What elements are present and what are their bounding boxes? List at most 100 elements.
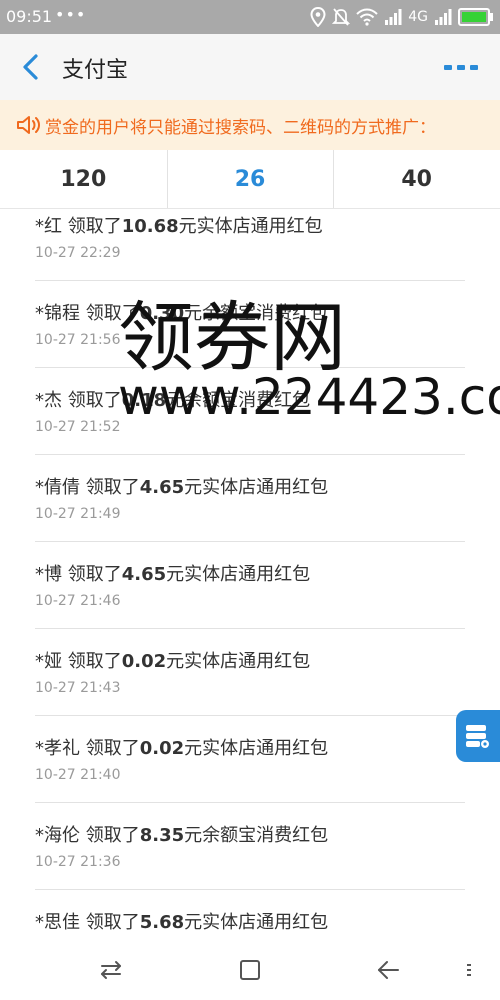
menu-lines-icon[interactable] [462,956,476,984]
record-name: *孝礼 [35,738,80,759]
record-time: 10-27 21:43 [35,680,121,696]
record-action: 领取了 [62,216,122,237]
list-item[interactable]: *博 领取了4.65元实体店通用红包 10-27 21:46 [35,542,465,629]
record-name: *倩倩 [35,477,80,498]
notice-text: 赏金的用户将只能通过搜索码、二维码的方式推广： [45,118,436,138]
network-type: 4G [408,9,428,25]
record-unit: 元 [166,651,185,672]
list-item[interactable]: *孝礼 领取了0.02元实体店通用红包 10-27 21:40 [35,716,465,803]
system-nav-bar [0,938,500,1000]
record-text: *杰 领取了0.18元余额宝消费红包 [35,386,310,412]
floating-action-button[interactable] [456,710,500,762]
more-dots-icon[interactable] [444,62,478,72]
record-amount: 10.68 [121,216,179,237]
record-time: 10-27 21:52 [35,419,121,435]
status-icons: 4G [310,5,494,29]
record-time: 10-27 21:56 [35,332,121,348]
server-settings-icon [466,725,489,748]
record-unit: 元 [184,303,203,324]
switch-apps-icon[interactable] [97,956,125,984]
list-item[interactable]: *娅 领取了0.02元实体店通用红包 10-27 21:43 [35,629,465,716]
record-unit: 元 [184,912,203,933]
record-amount: 0.18 [121,390,167,411]
record-amount: 0.02 [121,651,167,672]
record-action: 领取了 [62,564,122,585]
record-name: *思佳 [35,912,80,933]
record-list[interactable]: *红 领取了10.68元实体店通用红包 10-27 22:29 *锦程 领取了0.3… [0,209,500,939]
wifi-icon [356,8,378,26]
record-name: *娅 [35,651,62,672]
record-text: *海伦 领取了8.35元余额宝消费红包 [35,821,328,847]
record-action: 领取了 [62,390,122,411]
record-type: 余额宝消费红包 [202,825,329,846]
stat-1[interactable]: 120 [0,150,167,208]
list-item[interactable]: *锦程 领取了0.30元余额宝消费红包 10-27 21:56 [35,281,465,368]
record-action: 领取了 [80,477,140,498]
record-unit: 元 [184,825,203,846]
record-amount: 5.68 [139,912,185,933]
record-name: *杰 [35,390,62,411]
record-unit: 元 [184,738,203,759]
record-name: *锦程 [35,303,80,324]
battery-icon [458,8,493,26]
stat-2[interactable]: 26 [166,150,334,208]
home-square-icon[interactable] [236,956,264,984]
back-arrow-icon[interactable] [374,956,402,984]
list-item[interactable]: *杰 领取了0.18元余额宝消费红包 10-27 21:52 [35,368,465,455]
record-name: *博 [35,564,62,585]
record-amount: 0.30 [139,303,185,324]
record-type: 实体店通用红包 [184,564,311,585]
speaker-icon [17,116,40,134]
record-text: *博 领取了4.65元实体店通用红包 [35,560,310,586]
record-text: *思佳 领取了5.68元实体店通用红包 [35,908,328,934]
record-type: 实体店通用红包 [202,912,329,933]
record-amount: 4.65 [121,564,167,585]
record-action: 领取了 [80,825,140,846]
app-header: 支付宝 [0,34,500,100]
chevron-left-icon[interactable] [16,52,46,82]
status-time: 09:51 [6,7,53,26]
record-time: 10-27 21:46 [35,593,121,609]
status-bar: 09:51 ••• 4G [0,0,500,34]
record-type: 实体店通用红包 [202,477,329,498]
list-item[interactable]: *思佳 领取了5.68元实体店通用红包 [35,890,465,939]
notification-dots-icon: ••• [55,5,87,24]
record-name: *红 [35,216,62,237]
record-type: 实体店通用红包 [202,738,329,759]
stat-3[interactable]: 40 [333,150,500,208]
record-time: 10-27 21:40 [35,767,121,783]
screen: 09:51 ••• 4G 支付宝 赏金的用户将只能通过搜索码、二维码的方式推广：… [0,0,500,1000]
notice-banner: 赏金的用户将只能通过搜索码、二维码的方式推广： [0,100,500,150]
mute-bell-icon [332,8,351,26]
location-icon [310,7,326,27]
record-time: 10-27 21:49 [35,506,121,522]
record-text: *红 领取了10.68元实体店通用红包 [35,212,323,238]
record-amount: 4.65 [139,477,185,498]
record-name: *海伦 [35,825,80,846]
record-unit: 元 [178,216,197,237]
record-time: 10-27 22:29 [35,245,121,261]
record-type: 余额宝消费红包 [202,303,329,324]
record-type: 实体店通用红包 [196,216,323,237]
signal-icon [385,9,402,25]
stats-row: 120 26 40 [0,150,500,209]
record-time: 10-27 21:36 [35,854,121,870]
list-item[interactable]: *倩倩 领取了4.65元实体店通用红包 10-27 21:49 [35,455,465,542]
signal-icon-2 [435,9,452,25]
record-amount: 8.35 [139,825,185,846]
record-unit: 元 [166,564,185,585]
record-action: 领取了 [80,912,140,933]
list-item[interactable]: *红 领取了10.68元实体店通用红包 10-27 22:29 [35,209,465,281]
list-item[interactable]: *海伦 领取了8.35元余额宝消费红包 10-27 21:36 [35,803,465,890]
record-action: 领取了 [80,738,140,759]
record-action: 领取了 [80,303,140,324]
record-text: *锦程 领取了0.30元余额宝消费红包 [35,299,328,325]
record-type: 余额宝消费红包 [184,390,311,411]
record-list-inner: *红 领取了10.68元实体店通用红包 10-27 22:29 *锦程 领取了0.3… [0,209,500,939]
record-unit: 元 [166,390,185,411]
record-action: 领取了 [62,651,122,672]
record-text: *倩倩 领取了4.65元实体店通用红包 [35,473,328,499]
record-text: *孝礼 领取了0.02元实体店通用红包 [35,734,328,760]
record-type: 实体店通用红包 [184,651,311,672]
record-amount: 0.02 [139,738,185,759]
